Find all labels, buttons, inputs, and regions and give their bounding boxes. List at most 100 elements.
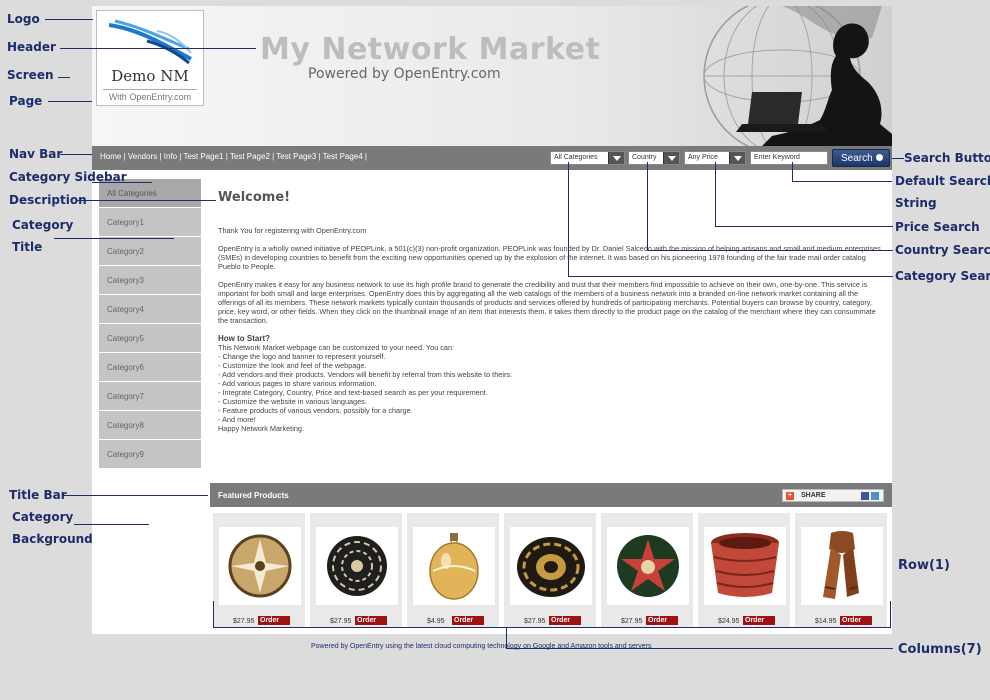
annotation-line — [715, 162, 716, 226]
order-label: Order — [745, 617, 765, 624]
product-price: $14.95 — [815, 618, 837, 625]
annotation-logo: Logo — [7, 12, 40, 26]
annotation-line — [647, 250, 893, 251]
sidebar-item-category5[interactable]: Category5 — [99, 324, 201, 352]
logo-subtitle: With OpenEntry.com — [103, 89, 197, 102]
chevron-down-icon — [663, 152, 679, 164]
logo[interactable]: Demo NM With OpenEntry.com — [96, 10, 204, 106]
order-label: Order — [260, 617, 280, 624]
annotation-columns: Columns(7) — [898, 642, 982, 657]
annotation-page: Page — [9, 94, 43, 108]
annotation-default-search-2: String — [895, 196, 937, 210]
order-label: Order — [648, 617, 668, 624]
product-price: $24.95 — [718, 618, 740, 625]
glass-ornament-icon — [429, 533, 479, 600]
sidebar-item-category6[interactable]: Category6 — [99, 353, 201, 381]
order-button[interactable]: Order ❯❯ — [646, 616, 678, 633]
nav-links[interactable]: Home | Vendors | Info | Test Page1 | Tes… — [100, 152, 367, 161]
annotation-default-search-1: Default Search — [895, 174, 990, 188]
annotation-price-search: Price Search — [895, 220, 980, 234]
header: Demo NM With OpenEntry.com My Network Ma… — [92, 6, 892, 146]
product-image[interactable] — [510, 527, 592, 605]
order-label: Order — [454, 617, 474, 624]
annotation-screen: Screen — [7, 68, 54, 82]
woven-basket-tan-icon — [228, 534, 292, 598]
chevron-down-icon — [608, 152, 624, 164]
product-card[interactable]: $27.95 Order ❯❯ — [504, 513, 596, 633]
order-button[interactable]: Order ❯❯ — [355, 616, 387, 633]
product-card[interactable]: $27.95 Order ❯❯ — [601, 513, 693, 633]
featured-title: Featured Products — [218, 491, 289, 500]
order-button[interactable]: Order ❯❯ — [743, 616, 775, 633]
description-para2: OpenEntry makes it easy for any business… — [218, 280, 876, 325]
category-search-select[interactable]: All Categories — [550, 151, 625, 165]
order-button[interactable]: Order ❯❯ — [549, 616, 581, 633]
order-label: Order — [357, 617, 377, 624]
share-button[interactable]: + SHARE — [782, 489, 884, 502]
featured-products-row: $27.95 Order ❯❯ $27.95 Order ❯❯ $4.95 Or… — [213, 513, 889, 633]
how-to-start-heading: How to Start? — [218, 334, 270, 343]
order-button[interactable]: Order ❯❯ — [840, 616, 872, 633]
order-button[interactable]: Order ❯❯ — [258, 616, 290, 633]
logo-swoosh-icon — [108, 19, 192, 65]
order-button[interactable]: Order ❯❯ — [452, 616, 484, 633]
annotation-country-search: Country Search — [895, 243, 990, 257]
sidebar-item-category2[interactable]: Category2 — [99, 237, 201, 265]
product-image[interactable] — [607, 527, 689, 605]
annotation-line — [892, 158, 904, 159]
annotation-row: Row(1) — [898, 558, 950, 573]
category-sidebar: All Categories Category1 Category2 Categ… — [99, 179, 201, 469]
annotation-line — [92, 182, 152, 183]
country-search-select[interactable]: Country — [628, 151, 680, 165]
search-dot-icon — [876, 154, 883, 161]
search-button[interactable]: Search — [832, 149, 890, 167]
product-image[interactable] — [413, 527, 495, 605]
product-card[interactable]: $27.95 Order ❯❯ — [213, 513, 305, 633]
product-image[interactable] — [219, 527, 301, 605]
step-item: - Feature products of various vendors, p… — [218, 406, 413, 415]
sidebar-item-category7[interactable]: Category7 — [99, 382, 201, 410]
product-card[interactable]: $14.95 Order ❯❯ — [795, 513, 887, 633]
scarf-icon — [823, 531, 859, 599]
annotation-category-background-2: Background — [12, 532, 93, 546]
product-price: $27.95 — [621, 618, 643, 625]
product-card[interactable]: $4.95 Order ❯❯ — [407, 513, 499, 633]
order-label: Order — [551, 617, 571, 624]
sidebar-item-category3[interactable]: Category3 — [99, 266, 201, 294]
annotation-line — [647, 162, 648, 250]
description: Thank You for registering with OpenEntry… — [218, 226, 886, 433]
product-image[interactable] — [316, 527, 398, 605]
annotation-line — [792, 181, 892, 182]
product-price: $27.95 — [233, 618, 255, 625]
description-thanks: Thank You for registering with OpenEntry… — [218, 226, 367, 235]
page-title: Welcome! — [218, 190, 291, 205]
annotation-line — [45, 19, 93, 20]
annotation-category-title-2: Title — [12, 240, 43, 254]
product-image[interactable] — [801, 527, 883, 605]
product-price: $27.95 — [524, 618, 546, 625]
annotation-line — [62, 495, 208, 496]
logo-name: Demo NM — [111, 67, 189, 85]
delicious-icon — [871, 492, 879, 500]
category-search-value: All Categories — [554, 154, 598, 161]
sidebar-item-category1[interactable]: Category1 — [99, 208, 201, 236]
annotation-category-title-1: Category — [12, 218, 74, 232]
site-subtitle: Powered by OpenEntry.com — [308, 66, 501, 82]
annotation-category-search: Category Search — [895, 269, 990, 283]
page: Demo NM With OpenEntry.com My Network Ma… — [92, 6, 892, 634]
share-label: SHARE — [801, 492, 826, 499]
annotation-line — [506, 648, 893, 649]
annotation-title-bar: Title Bar — [9, 488, 67, 502]
woven-basket-black-icon — [327, 536, 387, 596]
step-item: - Add vendors and their products. Vendor… — [218, 370, 513, 379]
annotation-line — [60, 48, 256, 49]
sidebar-item-category4[interactable]: Category4 — [99, 295, 201, 323]
sidebar-item-category9[interactable]: Category9 — [99, 440, 201, 468]
product-card[interactable]: $24.95 Order ❯❯ — [698, 513, 790, 633]
keyword-search-input[interactable]: Enter Keyword — [750, 151, 828, 165]
product-image[interactable] — [704, 527, 786, 605]
annotation-line — [715, 226, 893, 227]
annotation-line — [506, 627, 507, 649]
product-card[interactable]: $27.95 Order ❯❯ — [310, 513, 402, 633]
sidebar-item-category8[interactable]: Category8 — [99, 411, 201, 439]
